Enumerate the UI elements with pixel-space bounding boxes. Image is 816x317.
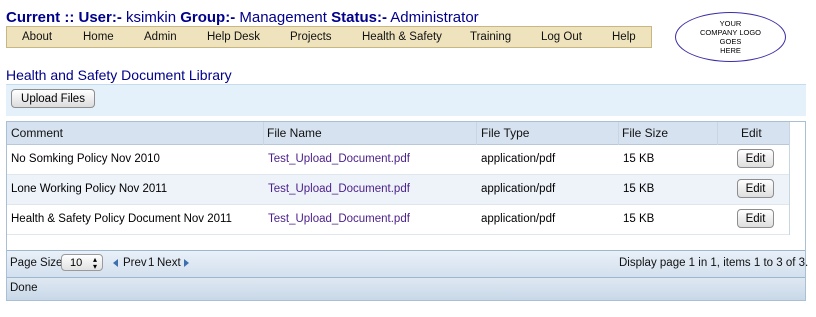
row-file-size: 15 KB: [623, 183, 655, 195]
column-header-comment[interactable]: Comment: [11, 126, 63, 140]
column-header-file-type[interactable]: File Type: [481, 126, 529, 140]
prev-page-link[interactable]: Prev: [123, 257, 147, 269]
current-label: Current ::: [6, 9, 75, 26]
current-page-number[interactable]: 1: [148, 257, 154, 269]
edit-button[interactable]: Edit: [737, 209, 774, 228]
column-header-edit: Edit: [741, 126, 762, 140]
status-value: Administrator: [390, 9, 479, 26]
column-header-file-size[interactable]: File Size: [622, 126, 668, 140]
nav-item-help-desk[interactable]: Help Desk: [207, 31, 260, 43]
next-page-link[interactable]: Next: [157, 257, 181, 269]
page-title: Health and Safety Document Library: [6, 67, 232, 83]
logo-text-line: HERE: [720, 46, 741, 55]
page-size-select[interactable]: 10 ▴ ▾: [61, 254, 103, 271]
row-file-link[interactable]: Test_Upload_Document.pdf: [268, 213, 410, 225]
nav-item-health-safety[interactable]: Health & Safety: [362, 31, 442, 43]
column-divider: [789, 122, 790, 235]
row-file-type: application/pdf: [481, 213, 556, 225]
logo-text-line: COMPANY LOGO: [700, 28, 761, 37]
page-size-label: Page Size:: [10, 257, 66, 269]
logo-text-line: GOES: [719, 37, 742, 46]
company-logo-placeholder: YOUR COMPANY LOGO GOES HERE: [675, 12, 786, 62]
row-file-link[interactable]: Test_Upload_Document.pdf: [268, 153, 410, 165]
row-file-size: 15 KB: [623, 153, 655, 165]
edit-button[interactable]: Edit: [737, 179, 774, 198]
main-nav-bar: About Home Admin Help Desk Projects Heal…: [6, 26, 652, 48]
nav-item-home[interactable]: Home: [83, 31, 114, 43]
select-updown-icon: ▴ ▾: [92, 255, 97, 271]
nav-item-admin[interactable]: Admin: [144, 31, 177, 43]
row-file-link[interactable]: Test_Upload_Document.pdf: [268, 183, 410, 195]
edit-button[interactable]: Edit: [737, 149, 774, 168]
status-text: Done: [10, 282, 38, 294]
row-comment: No Somking Policy Nov 2010: [11, 153, 160, 165]
group-value: Management: [239, 9, 327, 26]
row-file-type: application/pdf: [481, 183, 556, 195]
prev-arrow-icon[interactable]: [113, 259, 118, 267]
nav-item-about[interactable]: About: [22, 31, 52, 43]
current-user-status-line: Current :: User:- ksimkin Group:- Manage…: [6, 9, 479, 26]
row-comment: Lone Working Policy Nov 2011: [11, 183, 168, 195]
row-comment: Health & Safety Policy Document Nov 2011: [11, 213, 232, 225]
grid-header-row: [7, 122, 789, 145]
nav-item-help[interactable]: Help: [612, 31, 636, 43]
upload-toolbar: [6, 84, 806, 116]
user-label: User:-: [78, 9, 122, 26]
user-value: ksimkin: [126, 9, 177, 26]
status-bar: [7, 277, 805, 300]
group-label: Group:-: [180, 9, 236, 26]
nav-item-log-out[interactable]: Log Out: [541, 31, 582, 43]
row-file-type: application/pdf: [481, 153, 556, 165]
nav-item-training[interactable]: Training: [470, 31, 511, 43]
next-arrow-icon[interactable]: [184, 259, 189, 267]
column-header-file-name[interactable]: File Name: [267, 126, 322, 140]
status-label: Status:-: [331, 9, 387, 26]
row-file-size: 15 KB: [623, 213, 655, 225]
logo-text-line: YOUR: [719, 19, 742, 28]
upload-files-button[interactable]: Upload Files: [11, 89, 95, 108]
page-size-value: 10: [70, 256, 83, 269]
nav-item-projects[interactable]: Projects: [290, 31, 332, 43]
pager-display-info: Display page 1 in 1, items 1 to 3 of 3.: [619, 257, 809, 269]
